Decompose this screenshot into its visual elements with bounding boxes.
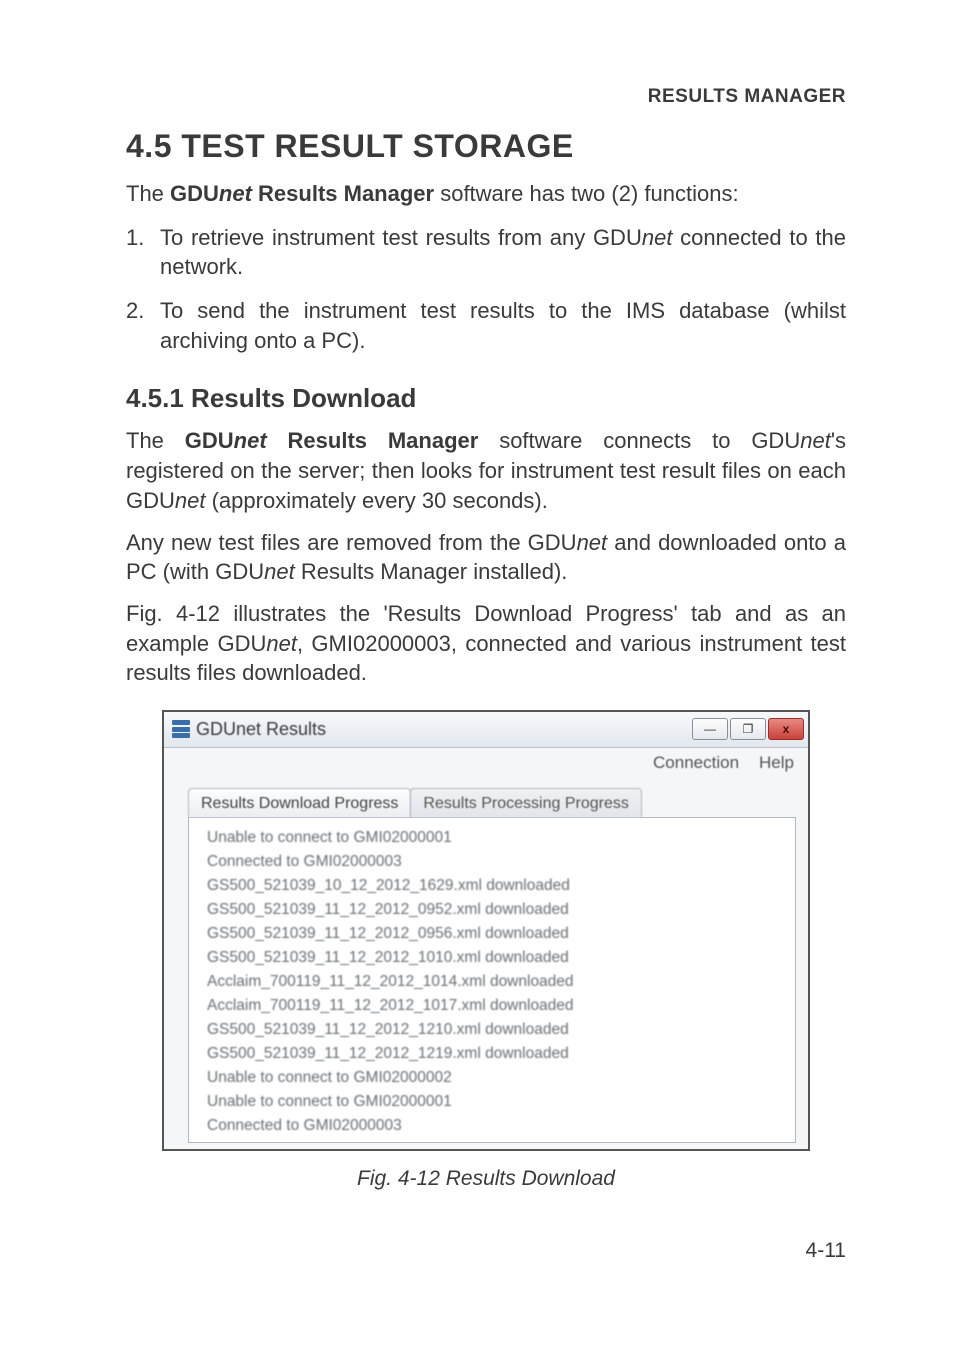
text: (approximately every 30 seconds). <box>205 488 547 513</box>
window-title: GDUnet Results <box>196 719 326 740</box>
close-button[interactable]: x <box>768 718 804 740</box>
maximize-button[interactable]: ❐ <box>730 718 766 740</box>
text: software has two (2) functions: <box>434 181 738 206</box>
window-titlebar: GDUnet Results — ❐ x <box>164 712 808 748</box>
text: software connects to GDU <box>478 428 800 453</box>
text-bold: Results Manager <box>252 181 434 206</box>
figure-caption: Fig. 4-12 Results Download <box>126 1167 846 1191</box>
menu-help[interactable]: Help <box>759 753 794 773</box>
list-item: 2. To send the instrument test results t… <box>126 296 846 355</box>
text-bold: GDU <box>185 428 234 453</box>
menu-connection[interactable]: Connection <box>653 753 739 773</box>
text-bold: Results Manager <box>267 428 479 453</box>
app-window: GDUnet Results — ❐ x Connection Help Res… <box>162 710 810 1151</box>
intro-paragraph: The GDUnet Results Manager software has … <box>126 179 846 209</box>
text-italic: net <box>642 225 673 250</box>
text: To retrieve instrument test results from… <box>160 225 642 250</box>
log-output: Unable to connect to GMI02000001 Connect… <box>207 826 785 1138</box>
document-page: RESULTS MANAGER 4.5 TEST RESULT STORAGE … <box>0 0 954 1323</box>
text: Results Manager installed). <box>295 559 568 584</box>
tab-strip: Results Download Progress Results Proces… <box>188 788 796 817</box>
tab-processing-progress[interactable]: Results Processing Progress <box>410 788 641 817</box>
minimize-button[interactable]: — <box>692 718 728 740</box>
text-italic: net <box>175 488 206 513</box>
page-number: 4-11 <box>126 1239 846 1263</box>
tab-panel: Unable to connect to GMI02000001 Connect… <box>188 817 796 1143</box>
section-header: RESULTS MANAGER <box>126 86 846 108</box>
text-italic: net <box>266 631 297 656</box>
text: The <box>126 181 170 206</box>
window-buttons: — ❐ x <box>692 718 804 740</box>
tab-download-progress[interactable]: Results Download Progress <box>188 788 411 817</box>
list-item: 1. To retrieve instrument test results f… <box>126 223 846 282</box>
list-number: 1. <box>126 223 144 253</box>
body-paragraph: Any new test files are removed from the … <box>126 528 846 587</box>
text: To send the instrument test results to t… <box>160 298 846 353</box>
text: Any new test files are removed from the … <box>126 530 577 555</box>
text-bold-italic: net <box>234 428 267 453</box>
functions-list: 1. To retrieve instrument test results f… <box>126 223 846 356</box>
window-client-area: Results Download Progress Results Proces… <box>164 778 808 1149</box>
text-italic: net <box>577 530 608 555</box>
screenshot-figure: GDUnet Results — ❐ x Connection Help Res… <box>126 710 846 1151</box>
app-icon <box>172 720 190 738</box>
text-italic: net <box>800 428 831 453</box>
text: The <box>126 428 185 453</box>
subheading: 4.5.1 Results Download <box>126 383 846 414</box>
menu-bar: Connection Help <box>164 748 808 778</box>
list-number: 2. <box>126 296 144 326</box>
text-bold-italic: net <box>219 181 252 206</box>
text-bold: GDU <box>170 181 219 206</box>
page-title: 4.5 TEST RESULT STORAGE <box>126 128 846 165</box>
body-paragraph: The GDUnet Results Manager software conn… <box>126 426 846 515</box>
body-paragraph: Fig. 4-12 illustrates the 'Results Downl… <box>126 599 846 688</box>
text-italic: net <box>264 559 295 584</box>
